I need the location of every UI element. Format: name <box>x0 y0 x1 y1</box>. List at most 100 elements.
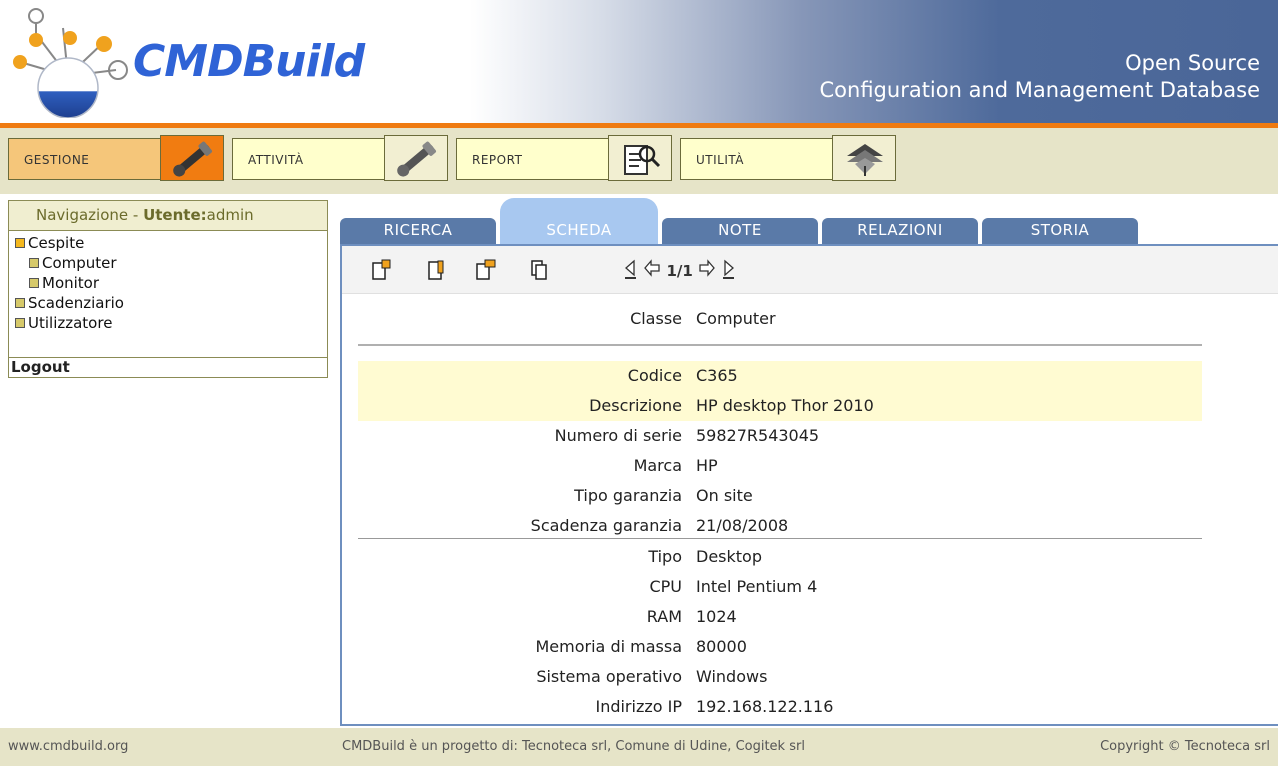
field-tipo: Tipo Desktop <box>358 542 1202 572</box>
navigation-title: Navigazione - Utente:admin <box>9 201 327 231</box>
field-memoria-di-massa: Memoria di massa 80000 <box>358 632 1202 662</box>
tab-storia[interactable]: STORIA <box>982 218 1138 244</box>
tree-node-icon <box>29 278 39 288</box>
field-label: Codice <box>627 366 682 385</box>
field-value: Intel Pentium 4 <box>696 577 818 596</box>
app-tagline: Open Source Configuration and Management… <box>820 50 1261 104</box>
footer-copyright: Copyright © Tecnoteca srl <box>1100 739 1270 754</box>
field-marca: Marca HP <box>358 451 1202 481</box>
field-value: 21/08/2008 <box>696 516 789 535</box>
field-classe: Classe Computer <box>358 304 1202 334</box>
tagline-line2: Configuration and Management Database <box>819 78 1261 102</box>
field-value: Windows <box>696 667 768 686</box>
wrench-icon[interactable] <box>160 135 224 181</box>
tree-item-label: Scadenziario <box>28 294 124 312</box>
tree-item-computer[interactable]: Computer <box>29 253 117 273</box>
field-sistema-operativo: Sistema operativo Windows <box>358 662 1202 692</box>
delete-card-icon[interactable] <box>474 258 498 282</box>
tree-item-scadenziario[interactable]: Scadenziario <box>15 293 124 313</box>
field-numero-di-serie: Numero di serie 59827R543045 <box>358 421 1202 451</box>
menu-attivita-label: ATTIVITÀ <box>248 153 304 167</box>
field-tipo-garanzia: Tipo garanzia On site <box>358 481 1202 511</box>
new-card-icon[interactable] <box>370 258 394 282</box>
field-ram: RAM 1024 <box>358 602 1202 632</box>
menu-utilita-button[interactable]: UTILITÀ <box>680 138 836 180</box>
field-label: Descrizione <box>589 396 682 415</box>
section-divider <box>358 538 1202 539</box>
field-label: Memoria di massa <box>535 637 683 656</box>
field-label: CPU <box>649 577 682 596</box>
menu-attivita-button[interactable]: ATTIVITÀ <box>232 138 388 180</box>
footer-credits: CMDBuild è un progetto di: Tecnoteca srl… <box>342 739 805 754</box>
field-label: Classe <box>630 309 682 328</box>
navigation-title-prefix: Navigazione - <box>36 206 144 224</box>
report-magnifier-icon[interactable] <box>608 135 672 181</box>
tree-node-icon <box>29 258 39 268</box>
menu-gestione-label: GESTIONE <box>24 153 90 167</box>
field-value: HP <box>696 456 718 475</box>
tree-item-cespite[interactable]: Cespite <box>15 233 84 253</box>
pager: 1/1 <box>622 258 737 282</box>
menu-utilita-label: UTILITÀ <box>696 153 744 167</box>
field-value: 1024 <box>696 607 737 626</box>
tree-node-icon <box>15 318 25 328</box>
tagline-line1: Open Source <box>1125 51 1260 75</box>
main-menu: GESTIONE ATTIVITÀ REPORT UTILITÀ <box>0 128 1278 194</box>
menu-report-button[interactable]: REPORT <box>456 138 612 180</box>
app-logo-text: CMDBuild <box>133 36 365 87</box>
tree-item-utilizzatore[interactable]: Utilizzatore <box>15 313 112 333</box>
navigation-panel: Navigazione - Utente:admin Cespite Compu… <box>8 200 328 378</box>
field-value: HP desktop Thor 2010 <box>696 396 874 415</box>
field-label: RAM <box>646 607 682 626</box>
tree-item-label: Monitor <box>42 274 100 292</box>
edit-card-icon[interactable] <box>424 258 448 282</box>
field-value: C365 <box>696 366 738 385</box>
field-label: Sistema operativo <box>536 667 682 686</box>
first-page-icon[interactable] <box>622 258 638 284</box>
tree-item-label: Cespite <box>28 234 85 252</box>
tab-scheda[interactable]: SCHEDA <box>500 198 658 245</box>
tab-note[interactable]: NOTE <box>662 218 818 244</box>
menu-report-label: REPORT <box>472 153 523 167</box>
tree-item-label: Utilizzatore <box>28 314 113 332</box>
folder-open-icon <box>15 238 25 248</box>
next-page-icon[interactable] <box>698 258 716 284</box>
field-label: Indirizzo IP <box>595 697 682 716</box>
card-panel: 1/1 Classe Computer Codice C365 Descrizi… <box>340 244 1278 726</box>
clone-card-icon[interactable] <box>528 258 552 282</box>
field-indirizzo-ip: Indirizzo IP 192.168.122.116 <box>358 692 1202 722</box>
tab-relazioni[interactable]: RELAZIONI <box>822 218 978 244</box>
field-label: Scadenza garanzia <box>530 516 682 535</box>
field-scadenza-garanzia: Scadenza garanzia 21/08/2008 <box>358 511 1202 541</box>
last-page-icon[interactable] <box>721 258 737 284</box>
stack-arrows-icon[interactable] <box>832 135 896 181</box>
page-footer: www.cmdbuild.org CMDBuild è un progetto … <box>0 728 1278 766</box>
field-cpu: CPU Intel Pentium 4 <box>358 572 1202 602</box>
field-value: Computer <box>696 309 776 328</box>
field-value: 80000 <box>696 637 747 656</box>
wrench-icon[interactable] <box>384 135 448 181</box>
field-label: Tipo <box>648 547 682 566</box>
card-toolbar: 1/1 <box>342 246 1278 294</box>
prev-page-icon[interactable] <box>643 258 661 284</box>
field-descrizione: Descrizione HP desktop Thor 2010 <box>358 391 1202 421</box>
field-label: Marca <box>633 456 682 475</box>
navigation-user-name: admin <box>206 206 254 224</box>
field-value: On site <box>696 486 753 505</box>
logout-link[interactable]: Logout <box>9 357 327 376</box>
field-value: Desktop <box>696 547 762 566</box>
navigation-user-label: Utente: <box>143 206 207 224</box>
tab-ricerca[interactable]: RICERCA <box>340 218 496 244</box>
tree-node-icon <box>15 298 25 308</box>
field-value: 59827R543045 <box>696 426 820 445</box>
footer-site-link[interactable]: www.cmdbuild.org <box>8 739 128 754</box>
pager-text: 1/1 <box>666 262 693 280</box>
menu-gestione-button[interactable]: GESTIONE <box>8 138 164 180</box>
app-header: CMDBuild Open Source Configuration and M… <box>0 0 1278 123</box>
field-codice: Codice C365 <box>358 361 1202 391</box>
field-label: Tipo garanzia <box>574 486 682 505</box>
tree-item-label: Computer <box>42 254 117 272</box>
section-divider <box>358 344 1202 346</box>
tree-item-monitor[interactable]: Monitor <box>29 273 99 293</box>
field-value: 192.168.122.116 <box>696 697 834 716</box>
